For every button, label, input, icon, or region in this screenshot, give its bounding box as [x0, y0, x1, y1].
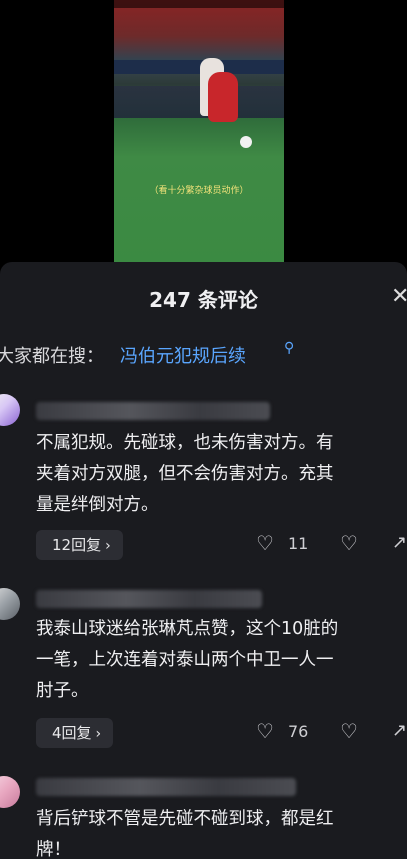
- comment-username[interactable]: [36, 778, 296, 796]
- comment-username[interactable]: [36, 402, 270, 420]
- trending-search-term[interactable]: 冯伯元犯规后续: [120, 342, 246, 368]
- comment-text: 我泰山球迷给张琳芃点赞，这个10脏的 一笔，上次连着对泰山两个中卫一人一 肘子。: [36, 619, 339, 701]
- like-count: 11: [288, 534, 309, 553]
- share-icon[interactable]: ↗: [392, 532, 407, 553]
- video-frame: （看十分繁杂球员动作）: [114, 0, 284, 262]
- comments-header: 247 条评论 ✕: [0, 262, 407, 328]
- dislike-icon[interactable]: ♡: [340, 531, 358, 555]
- like-icon[interactable]: ♡: [256, 719, 274, 743]
- video-caption-bar: [114, 0, 284, 8]
- avatar[interactable]: [0, 776, 20, 808]
- avatar[interactable]: [0, 588, 20, 620]
- search-icon: ⚲: [284, 340, 295, 356]
- video-ad-board: [114, 60, 284, 74]
- comment-text: 不属犯规。先碰球，也未伤害对方。有 夹着对方双腿，但不会伤害对方。充其 量是绊倒…: [36, 433, 334, 515]
- dislike-icon[interactable]: ♡: [340, 719, 358, 743]
- replies-count: 4回复: [52, 724, 92, 742]
- video-bench: [114, 86, 284, 118]
- comments-title: 247 条评论: [149, 288, 258, 312]
- video-stands: [114, 0, 284, 60]
- chevron-right-icon: ›: [105, 538, 111, 554]
- view-replies-button[interactable]: 4回复 ›: [36, 718, 114, 748]
- close-icon[interactable]: ✕: [391, 284, 407, 309]
- trending-search-label: 大家都在搜：: [0, 346, 104, 367]
- video-player-red: [208, 72, 238, 122]
- like-icon[interactable]: ♡: [256, 531, 274, 555]
- view-replies-button[interactable]: 12回复 ›: [36, 530, 123, 560]
- share-icon[interactable]: ↗: [392, 720, 407, 741]
- chevron-right-icon: ›: [95, 726, 102, 742]
- comment-username[interactable]: [36, 590, 262, 608]
- avatar[interactable]: [0, 394, 20, 426]
- replies-count: 12回复: [52, 536, 102, 554]
- video-player[interactable]: （看十分繁杂球员动作）: [0, 0, 407, 262]
- like-count: 76: [288, 722, 309, 741]
- video-subtitle: （看十分繁杂球员动作）: [149, 186, 249, 196]
- comments-panel: 247 条评论 ✕ 大家都在搜： 冯伯元犯规后续 ⚲ 不属犯规。先碰球，也未伤害…: [0, 262, 407, 859]
- comment-text: 背后铲球不管是先碰不碰到球，都是红 牌！: [36, 809, 334, 859]
- video-ball: [240, 136, 252, 148]
